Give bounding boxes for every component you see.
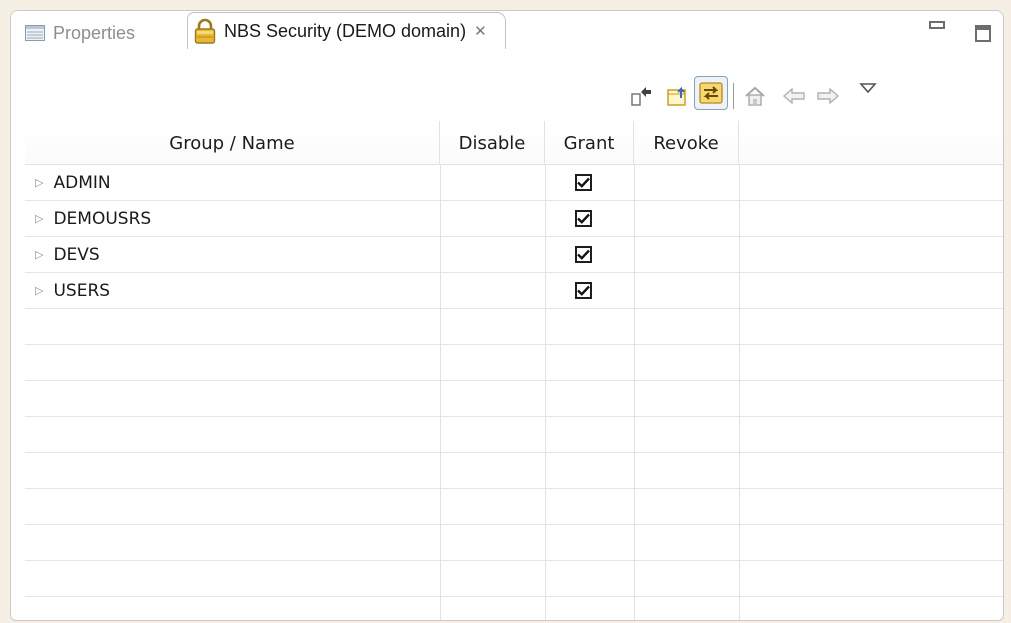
expand-arrow-icon[interactable]: ▷ [35, 284, 43, 297]
security-table: Group / Name Disable Grant Revoke ▷ ADMI… [25, 121, 1003, 597]
empty-row [25, 381, 1003, 417]
minimize-icon[interactable] [929, 21, 945, 29]
lock-icon [194, 18, 216, 44]
window-controls [929, 21, 991, 42]
expand-arrow-icon[interactable]: ▷ [35, 212, 43, 225]
table-row[interactable]: ▷ DEMOUSRS [25, 201, 1003, 237]
home-icon[interactable] [740, 81, 770, 111]
properties-icon [25, 25, 45, 41]
group-name-label: ADMIN [53, 172, 111, 193]
grant-checkbox[interactable] [575, 210, 592, 227]
toolbar-separator [733, 83, 734, 109]
empty-row [25, 489, 1003, 525]
group-name-cell: ▷ DEVS [25, 237, 440, 272]
column-header-revoke[interactable]: Revoke [634, 121, 739, 165]
expand-arrow-icon[interactable]: ▷ [35, 248, 43, 261]
empty-row [25, 453, 1003, 489]
collapse-icon[interactable] [627, 81, 657, 111]
back-arrow-icon[interactable] [779, 81, 809, 111]
tab-strip: Properties NBS Security (DEMO domain) ✕ [11, 11, 1003, 73]
grant-cell [545, 165, 634, 200]
table-header: Group / Name Disable Grant Revoke [25, 121, 1003, 165]
close-tab-icon[interactable]: ✕ [474, 24, 487, 39]
view-toolbar [603, 73, 1003, 113]
grant-cell [545, 237, 634, 272]
group-name-label: DEVS [53, 244, 100, 265]
export-icon[interactable] [664, 81, 694, 111]
column-divider [440, 165, 441, 620]
empty-row [25, 309, 1003, 345]
column-divider [739, 165, 740, 620]
tab-properties-label: Properties [53, 22, 136, 43]
tab-security-label: NBS Security (DEMO domain) [224, 20, 467, 41]
grant-cell [545, 201, 634, 236]
empty-row [25, 345, 1003, 381]
grant-checkbox[interactable] [575, 246, 592, 263]
tab-properties[interactable]: Properties [25, 17, 135, 49]
table-row[interactable]: ▷ DEVS [25, 237, 1003, 273]
grant-checkbox[interactable] [575, 282, 592, 299]
column-header-grant[interactable]: Grant [545, 121, 634, 165]
group-name-cell: ▷ DEMOUSRS [25, 201, 440, 236]
column-header-disable[interactable]: Disable [440, 121, 545, 165]
empty-row [25, 417, 1003, 453]
group-name-label: DEMOUSRS [53, 208, 152, 229]
group-name-cell: ▷ USERS [25, 273, 440, 308]
security-view: Properties NBS Security (DEMO domain) ✕ [10, 10, 1004, 621]
group-name-cell: ▷ ADMIN [25, 165, 440, 200]
expand-arrow-icon[interactable]: ▷ [35, 176, 43, 189]
maximize-icon[interactable] [975, 25, 991, 42]
table-row[interactable]: ▷ USERS [25, 273, 1003, 309]
grant-checkbox[interactable] [575, 174, 592, 191]
grant-cell [545, 273, 634, 308]
tab-nbs-security[interactable]: NBS Security (DEMO domain) ✕ [187, 12, 506, 49]
table-row[interactable]: ▷ ADMIN [25, 165, 1003, 201]
link-with-editor-icon[interactable] [694, 76, 728, 110]
forward-arrow-icon[interactable] [813, 81, 843, 111]
column-divider [634, 165, 635, 620]
group-name-label: USERS [53, 280, 111, 301]
view-menu-icon[interactable] [853, 73, 883, 103]
column-divider [545, 165, 546, 620]
empty-row [25, 525, 1003, 561]
empty-row [25, 561, 1003, 597]
column-header-group-name[interactable]: Group / Name [25, 121, 440, 165]
